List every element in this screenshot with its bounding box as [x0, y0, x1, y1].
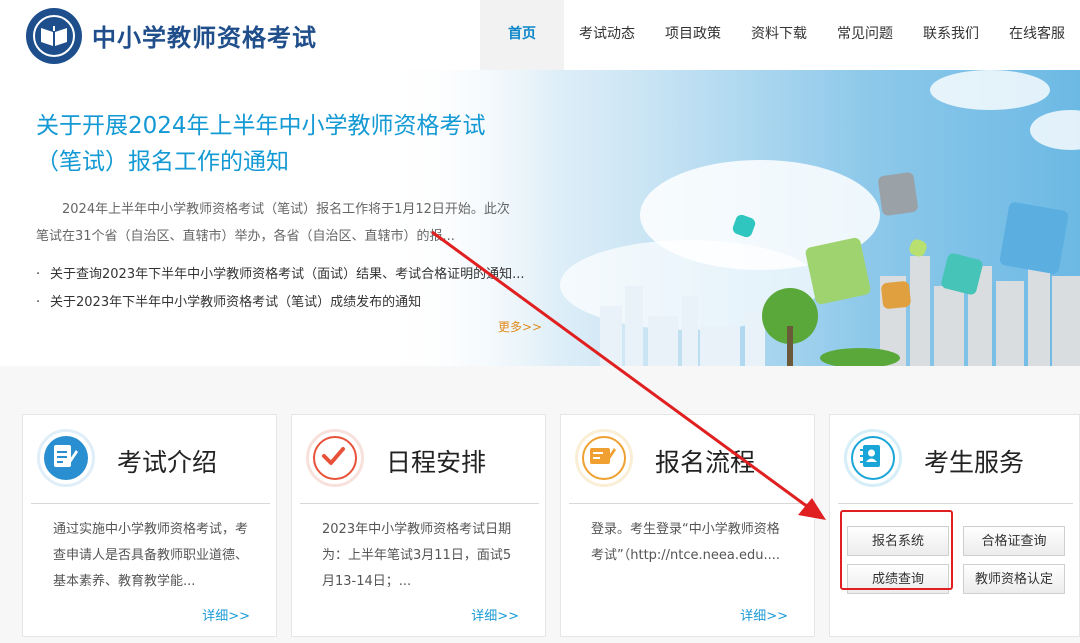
card-text: 通过实施中小学教师资格考试，考查申请人是否具备教师职业道德、基本素养、教育教学能…	[53, 522, 249, 589]
site-logo[interactable]	[26, 8, 82, 64]
form-edit-icon	[590, 448, 616, 464]
card-title[interactable]: 考生服务	[924, 443, 1024, 479]
list-item[interactable]: · 关于查询2023年下半年中小学教师资格考试（面试）结果、考试合格证明的通知..…	[36, 261, 526, 289]
divider	[838, 503, 1073, 504]
detail-link[interactable]: 详细>>	[471, 605, 519, 624]
card-title[interactable]: 报名流程	[655, 443, 755, 479]
list-item[interactable]: · 关于2023年下半年中小学教师资格考试（笔试）成绩发布的通知	[36, 289, 526, 317]
card-title[interactable]: 日程安排	[386, 443, 486, 479]
divider	[31, 503, 270, 504]
nav-online-service[interactable]: 在线客服	[994, 0, 1080, 70]
main-nav: 首页 考试动态 项目政策 资料下载 常见问题 联系我们 在线客服	[480, 0, 1080, 70]
certificate-query-button[interactable]: 合格证查询	[963, 526, 1065, 556]
checkmark-icon	[322, 447, 345, 465]
highlight-annotation-box	[840, 510, 953, 590]
book-icon	[41, 26, 67, 46]
nav-faq[interactable]: 常见问题	[822, 0, 908, 70]
card-schedule: 日程安排 2023年中小学教师资格考试日期为：上半年笔试3月11日，面试5月13…	[291, 414, 546, 637]
nav-policy[interactable]: 项目政策	[650, 0, 736, 70]
cube-illustration	[880, 280, 912, 310]
card-exam-intro: 考试介绍 通过实施中小学教师资格考试，考查申请人是否具备教师职业道德、基本素养、…	[22, 414, 277, 637]
card-registration-process: 报名流程 登录。考生登录“中小学教师资格考试”（http://ntce.neea…	[560, 414, 815, 637]
card-text: 2023年中小学教师资格考试日期为：上半年笔试3月11日，面试5月13-14日；…	[322, 522, 512, 589]
teacher-qualification-button[interactable]: 教师资格认定	[963, 564, 1065, 594]
nav-exam-news[interactable]: 考试动态	[564, 0, 650, 70]
nav-contact[interactable]: 联系我们	[908, 0, 994, 70]
headline-news-summary: 2024年上半年中小学教师资格考试（笔试）报名工作将于1月12日开始。此次笔试在…	[36, 202, 510, 244]
detail-link[interactable]: 详细>>	[740, 605, 788, 624]
site-title[interactable]: 中小学教师资格考试	[92, 18, 317, 53]
nav-downloads[interactable]: 资料下载	[736, 0, 822, 70]
cloud-decoration	[930, 70, 1050, 110]
document-edit-icon	[54, 445, 78, 467]
contact-book-icon	[860, 445, 880, 467]
cloud-decoration	[1030, 110, 1080, 150]
card-text: 登录。考生登录“中小学教师资格考试”（http://ntce.neea.edu.…	[591, 522, 781, 563]
site-header: 中小学教师资格考试 首页 考试动态 项目政策 资料下载 常见问题 联系我们 在线…	[0, 0, 1080, 71]
headline-news-title[interactable]: 关于开展2024年上半年中小学教师资格考试（笔试）报名工作的通知	[36, 108, 526, 180]
banner: 关于开展2024年上半年中小学教师资格考试（笔试）报名工作的通知 2024年上半…	[0, 70, 1080, 366]
piano-cube-illustration	[877, 171, 919, 217]
globe-cube-illustration	[804, 236, 872, 306]
card-title[interactable]: 考试介绍	[117, 443, 217, 479]
divider	[569, 503, 808, 504]
divider	[300, 503, 539, 504]
detail-link[interactable]: 详细>>	[202, 605, 250, 624]
nav-home[interactable]: 首页	[480, 0, 564, 70]
news-list: · 关于查询2023年下半年中小学教师资格考试（面试）结果、考试合格证明的通知..…	[36, 261, 526, 317]
more-news-link[interactable]: 更多>>	[498, 318, 542, 335]
music-cube-illustration	[998, 201, 1070, 275]
